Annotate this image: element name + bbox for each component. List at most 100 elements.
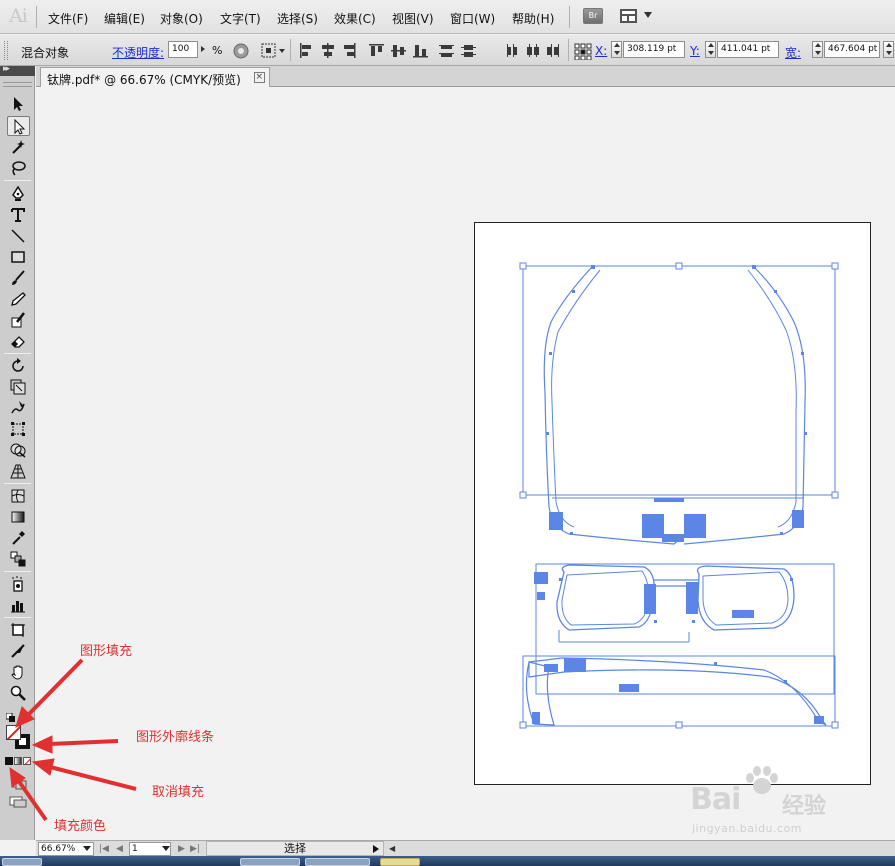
gradient-tool[interactable] bbox=[7, 507, 30, 527]
y-stepper[interactable] bbox=[705, 41, 716, 58]
x-position-label[interactable]: X: bbox=[595, 44, 607, 58]
warp-tool[interactable] bbox=[7, 398, 30, 418]
perspective-grid-icon bbox=[10, 464, 26, 479]
eyedropper-tool[interactable] bbox=[7, 528, 30, 548]
close-tab-icon[interactable]: × bbox=[253, 72, 265, 83]
tool-separator bbox=[4, 180, 31, 181]
menu-select[interactable]: 选择(S) bbox=[277, 10, 318, 27]
fill-color-swatch[interactable] bbox=[6, 725, 21, 740]
gradient-mode-button[interactable] bbox=[14, 757, 22, 765]
workspace-switcher-button[interactable] bbox=[620, 8, 654, 25]
scale-tool[interactable] bbox=[7, 377, 30, 397]
menu-help[interactable]: 帮助(H) bbox=[512, 10, 554, 27]
last-artboard-icon[interactable]: ▶| bbox=[190, 844, 200, 854]
reference-point-icon[interactable] bbox=[573, 42, 593, 60]
slice-tool[interactable] bbox=[7, 641, 30, 661]
distribute-left-icon bbox=[507, 44, 517, 57]
column-graph-tool[interactable] bbox=[7, 595, 30, 615]
next-artboard-icon[interactable]: ▶ bbox=[178, 844, 185, 854]
y-position-input[interactable]: 411.041 pt bbox=[717, 41, 779, 58]
taskbar-button[interactable] bbox=[240, 858, 300, 866]
rectangle-tool[interactable] bbox=[7, 247, 30, 267]
control-bar: 混合对象 不透明度: 100 % X: 308.119 pt Y: 411.04… bbox=[0, 35, 895, 66]
toolbox-header[interactable]: ▸▸ bbox=[0, 64, 35, 76]
align-right-icon bbox=[344, 43, 356, 58]
eyeglasses-artwork[interactable] bbox=[474, 222, 874, 742]
x-position-input[interactable]: 308.119 pt bbox=[623, 41, 685, 58]
free-transform-tool[interactable] bbox=[7, 419, 30, 439]
status-current-tool[interactable]: 选择 bbox=[206, 841, 384, 856]
selection-tool[interactable] bbox=[7, 94, 30, 114]
perspective-grid-tool[interactable] bbox=[7, 461, 30, 481]
tool-separator bbox=[4, 353, 31, 354]
default-fill-stroke-icon[interactable] bbox=[5, 711, 15, 722]
chevron-down-icon[interactable] bbox=[162, 846, 170, 851]
eraser-tool[interactable] bbox=[7, 331, 30, 351]
first-artboard-icon[interactable]: |◀ bbox=[99, 844, 109, 854]
eyedropper-icon bbox=[12, 531, 25, 545]
status-menu-icon[interactable] bbox=[373, 845, 379, 853]
menu-edit[interactable]: 编辑(E) bbox=[104, 10, 145, 27]
zoom-tool[interactable] bbox=[7, 683, 30, 703]
menu-type[interactable]: 文字(T) bbox=[220, 10, 261, 27]
none-mode-button[interactable] bbox=[23, 757, 31, 765]
opacity-input[interactable]: 100 bbox=[168, 41, 198, 58]
chevron-down-icon[interactable] bbox=[83, 846, 91, 851]
width-input[interactable]: 467.604 pt bbox=[824, 41, 880, 58]
paintbrush-tool[interactable] bbox=[7, 268, 30, 288]
control-bar-grip[interactable] bbox=[4, 41, 8, 60]
pen-tool[interactable] bbox=[7, 184, 30, 204]
symbol-sprayer-icon bbox=[12, 576, 23, 592]
type-tool[interactable] bbox=[7, 205, 30, 225]
taskbar-button[interactable] bbox=[2, 858, 42, 866]
magic-wand-tool[interactable] bbox=[7, 137, 30, 157]
menu-object[interactable]: 对象(O) bbox=[160, 10, 203, 27]
lasso-tool[interactable] bbox=[7, 158, 30, 178]
taskbar-button[interactable] bbox=[305, 858, 370, 866]
width-stepper[interactable] bbox=[812, 41, 823, 58]
watermark-url: jingyan.baidu.com bbox=[692, 822, 803, 835]
gradient-icon bbox=[11, 511, 25, 523]
color-mode-button[interactable] bbox=[5, 757, 13, 765]
menu-window[interactable]: 窗口(W) bbox=[450, 10, 495, 27]
annotation-fill-color: 填充颜色 bbox=[54, 819, 107, 834]
mesh-tool[interactable] bbox=[7, 486, 30, 506]
slice-icon bbox=[11, 644, 25, 658]
height-stepper[interactable] bbox=[883, 41, 894, 58]
bridge-button[interactable]: Br bbox=[583, 8, 603, 24]
blend-tool[interactable] bbox=[7, 549, 30, 569]
scroll-left-icon[interactable]: ◀ bbox=[389, 844, 395, 853]
menu-view[interactable]: 视图(V) bbox=[392, 10, 434, 27]
hand-tool[interactable] bbox=[7, 662, 30, 682]
pencil-tool[interactable] bbox=[7, 289, 30, 309]
align-to-selection-icon[interactable] bbox=[260, 42, 286, 60]
recolor-artwork-icon[interactable] bbox=[232, 42, 250, 60]
align-vertical-center-icon bbox=[391, 45, 406, 57]
opacity-popup-arrow-icon[interactable] bbox=[201, 46, 205, 52]
shape-builder-tool[interactable] bbox=[7, 440, 30, 460]
blob-brush-tool[interactable] bbox=[7, 310, 30, 330]
free-transform-icon bbox=[11, 422, 25, 436]
line-segment-tool[interactable] bbox=[7, 226, 30, 246]
collapse-panel-icon[interactable]: ▸▸ bbox=[3, 64, 10, 74]
x-stepper[interactable] bbox=[611, 41, 622, 58]
artboard-tool[interactable] bbox=[7, 620, 30, 640]
draw-mode-icon[interactable] bbox=[10, 776, 28, 790]
menu-effect[interactable]: 效果(C) bbox=[334, 10, 376, 27]
screen-mode-icon[interactable] bbox=[9, 796, 27, 808]
symbol-sprayer-tool[interactable] bbox=[7, 574, 30, 594]
previous-artboard-icon[interactable]: ◀ bbox=[116, 844, 123, 854]
swap-fill-stroke-icon[interactable]: ↰ bbox=[21, 710, 29, 720]
document-tab[interactable]: 钛牌.pdf* @ 66.67% (CMYK/预览) × bbox=[40, 67, 270, 87]
opacity-unit: % bbox=[212, 44, 223, 57]
document-tab-bar: 钛牌.pdf* @ 66.67% (CMYK/预览) × bbox=[36, 66, 895, 87]
watermark-brand-cn: 经验 bbox=[782, 794, 827, 819]
direct-selection-tool[interactable] bbox=[7, 116, 30, 136]
toolbox-grip[interactable] bbox=[3, 82, 32, 87]
y-position-label[interactable]: Y: bbox=[690, 44, 700, 58]
rotate-tool[interactable] bbox=[7, 356, 30, 376]
menu-file[interactable]: 文件(F) bbox=[48, 10, 88, 27]
taskbar-button[interactable] bbox=[380, 858, 420, 866]
opacity-panel-link[interactable]: 不透明度: bbox=[112, 44, 164, 61]
width-label[interactable]: 宽: bbox=[785, 44, 801, 61]
